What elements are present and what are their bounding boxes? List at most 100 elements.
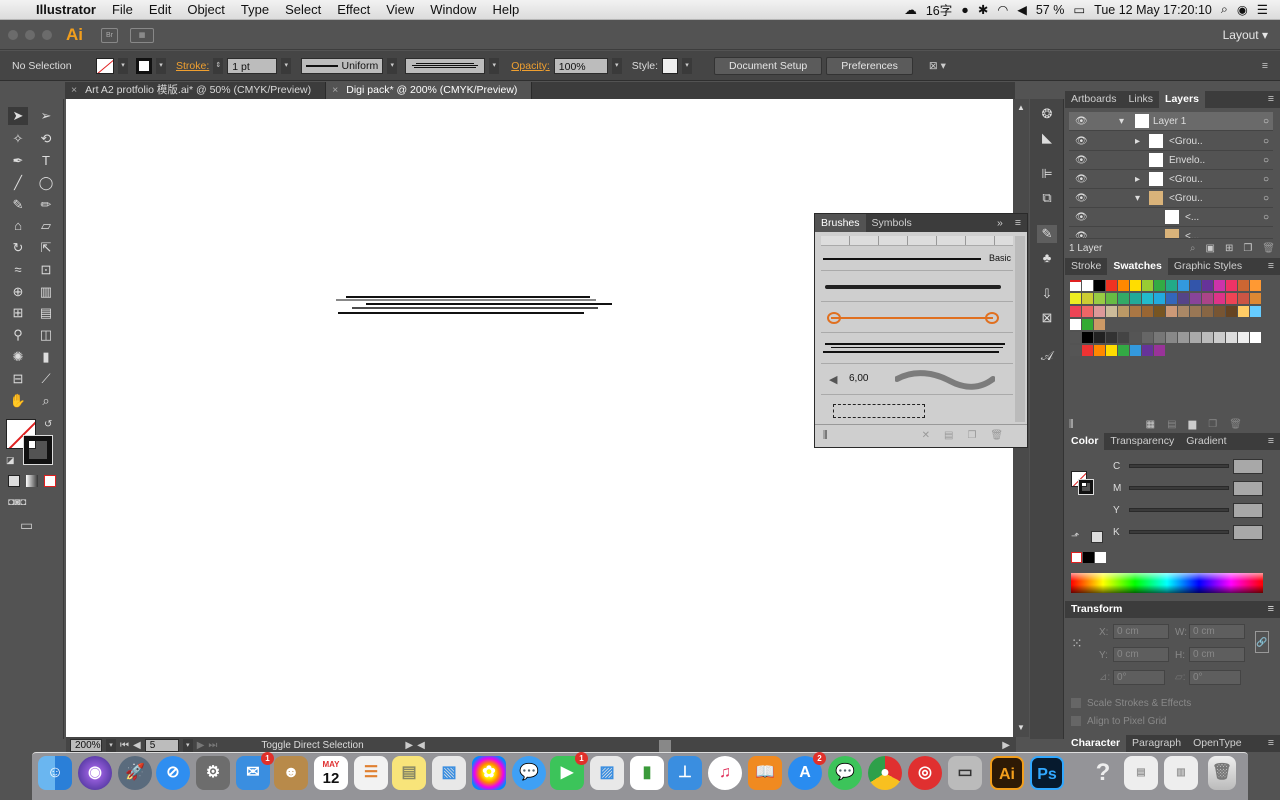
scale-tool-icon[interactable]: ⇱ bbox=[36, 239, 56, 257]
illustrator-dock-icon[interactable]: Ai bbox=[990, 756, 1024, 790]
eye-icon[interactable]: 👁 bbox=[1075, 231, 1088, 238]
swatch[interactable] bbox=[1190, 332, 1201, 343]
swatch[interactable] bbox=[1214, 293, 1225, 304]
last-artboard-icon[interactable]: ⏭ bbox=[208, 740, 217, 751]
swatch[interactable] bbox=[1178, 332, 1189, 343]
swatch[interactable] bbox=[1070, 332, 1081, 343]
siri-icon[interactable]: ◉ bbox=[1237, 2, 1248, 17]
scroll-left-icon[interactable]: ◀ bbox=[417, 740, 425, 751]
scroll-down-icon[interactable]: ▼ bbox=[1017, 723, 1025, 732]
brush-definition[interactable] bbox=[405, 57, 486, 74]
tab-gradient[interactable]: Gradient bbox=[1180, 433, 1232, 450]
target-icon[interactable]: ○ bbox=[1263, 151, 1269, 170]
document-setup-button[interactable]: Document Setup bbox=[714, 56, 823, 75]
new-sublayer-icon[interactable]: ⊞ bbox=[1225, 243, 1233, 254]
rotate-tool-icon[interactable]: ↻ bbox=[8, 239, 28, 257]
swatch[interactable] bbox=[1214, 280, 1225, 291]
swatch[interactable] bbox=[1190, 293, 1201, 304]
preferences-button[interactable]: Preferences bbox=[826, 56, 913, 75]
itunes-icon[interactable]: ♫ bbox=[708, 756, 742, 790]
clock[interactable]: Tue 12 May 17:20:10 bbox=[1094, 3, 1212, 17]
target-icon[interactable]: ○ bbox=[1263, 112, 1269, 131]
brush-dropdown[interactable]: ▾ bbox=[489, 57, 500, 74]
swatch[interactable] bbox=[1178, 306, 1189, 317]
shape-builder-tool-icon[interactable]: ⊕ bbox=[8, 283, 28, 301]
appearance-icon[interactable]: ◣ bbox=[1037, 129, 1057, 147]
swatch[interactable] bbox=[1082, 332, 1093, 343]
swatch[interactable] bbox=[1190, 280, 1201, 291]
align-pixel-checkbox[interactable]: Align to Pixel Grid bbox=[1071, 716, 1166, 727]
input-method-label[interactable]: 16字 bbox=[926, 0, 952, 19]
swatch[interactable] bbox=[1070, 306, 1081, 317]
control-bar-menu-icon[interactable]: ≡ bbox=[1262, 60, 1268, 72]
swatch[interactable] bbox=[1118, 332, 1129, 343]
swatch[interactable] bbox=[1106, 345, 1117, 356]
chrome-icon[interactable]: ● bbox=[868, 756, 902, 790]
swatch[interactable] bbox=[1202, 332, 1213, 343]
swatch[interactable] bbox=[1238, 306, 1249, 317]
swatch[interactable] bbox=[1106, 293, 1117, 304]
swatch[interactable] bbox=[1106, 280, 1117, 291]
swatch[interactable] bbox=[1130, 293, 1141, 304]
new-layer-icon[interactable]: ❐ bbox=[1243, 243, 1252, 254]
stroke-weight-dropdown[interactable]: ▾ bbox=[281, 57, 292, 74]
swatches-menu-icon[interactable]: ≡ bbox=[1262, 258, 1280, 275]
color-mode-icon[interactable] bbox=[8, 475, 20, 487]
swatch[interactable] bbox=[1130, 306, 1141, 317]
new-swatch-icon[interactable]: ❐ bbox=[1208, 419, 1217, 430]
h-input[interactable]: 0 cm bbox=[1189, 647, 1245, 662]
eraser-tool-icon[interactable]: ▱ bbox=[36, 217, 56, 235]
swatch[interactable] bbox=[1082, 280, 1093, 291]
fill-dropdown[interactable]: ▾ bbox=[118, 57, 128, 74]
pathfinder-icon[interactable]: ⧉ bbox=[1037, 189, 1057, 207]
swatch[interactable] bbox=[1238, 293, 1249, 304]
image-capture-icon[interactable]: ▭ bbox=[948, 756, 982, 790]
screen-mode-icon[interactable]: ▭ bbox=[20, 517, 33, 534]
brush-decorative[interactable] bbox=[821, 303, 1013, 333]
stroke-label[interactable]: Stroke: bbox=[176, 60, 209, 72]
tab-swatches[interactable]: Swatches bbox=[1107, 258, 1168, 275]
swatch[interactable] bbox=[1154, 332, 1165, 343]
zoom-window-button[interactable] bbox=[42, 30, 52, 40]
swatch[interactable] bbox=[1106, 306, 1117, 317]
fill-swatch[interactable] bbox=[96, 57, 114, 74]
stroke-swatch-dropdown[interactable]: ▾ bbox=[156, 57, 166, 74]
creative-cloud-icon[interactable]: ☁ bbox=[904, 2, 917, 17]
gradient-mode-icon[interactable] bbox=[26, 475, 38, 487]
swatch[interactable] bbox=[1118, 280, 1129, 291]
eye-icon[interactable]: 👁 bbox=[1075, 155, 1088, 166]
magic-wand-tool-icon[interactable]: ✧ bbox=[8, 130, 28, 148]
menu-help[interactable]: Help bbox=[484, 2, 527, 17]
battery-icon[interactable]: ▭ bbox=[1073, 2, 1085, 17]
layer-row[interactable]: 👁 Envelo.. ○ bbox=[1069, 151, 1273, 170]
collapse-panel-icon[interactable]: » bbox=[991, 214, 1009, 232]
eye-icon[interactable]: 👁 bbox=[1075, 116, 1088, 127]
swatch[interactable] bbox=[1094, 293, 1105, 304]
workspace-switcher[interactable]: Layout ▾ bbox=[1223, 28, 1268, 42]
finder-icon[interactable]: ☺ bbox=[38, 756, 72, 790]
horizontal-scrollbar[interactable] bbox=[429, 739, 998, 752]
close-tab-icon[interactable]: × bbox=[71, 84, 77, 96]
warp-tool-icon[interactable]: ≈ bbox=[8, 261, 28, 279]
swatch[interactable] bbox=[1118, 345, 1129, 356]
swatch[interactable] bbox=[1142, 280, 1153, 291]
notes-icon[interactable]: ▤ bbox=[392, 756, 426, 790]
artboard-tool-icon[interactable]: ⊟ bbox=[8, 370, 28, 388]
color-spectrum[interactable] bbox=[1071, 573, 1263, 593]
none-mode-icon[interactable] bbox=[44, 475, 56, 487]
channel-k-input[interactable] bbox=[1233, 525, 1263, 540]
swatch[interactable] bbox=[1070, 345, 1081, 356]
out-of-gamut-icon[interactable]: ⬏ bbox=[1071, 531, 1079, 542]
swatch[interactable] bbox=[1070, 280, 1081, 291]
tab-brushes[interactable]: Brushes bbox=[815, 214, 866, 232]
keynote-icon[interactable]: ⊥ bbox=[668, 756, 702, 790]
swatch[interactable] bbox=[1166, 332, 1177, 343]
netease-music-icon[interactable]: ◎ bbox=[908, 756, 942, 790]
eye-icon[interactable]: 👁 bbox=[1075, 193, 1088, 204]
symbol-sprayer-tool-icon[interactable]: ✺ bbox=[8, 348, 28, 366]
swatch[interactable] bbox=[1250, 306, 1261, 317]
channel-c-input[interactable] bbox=[1233, 459, 1263, 474]
x-input[interactable]: 0 cm bbox=[1113, 624, 1169, 639]
hand-tool-icon[interactable]: ✋ bbox=[8, 392, 28, 410]
ibooks-icon[interactable]: 📖 bbox=[748, 756, 782, 790]
